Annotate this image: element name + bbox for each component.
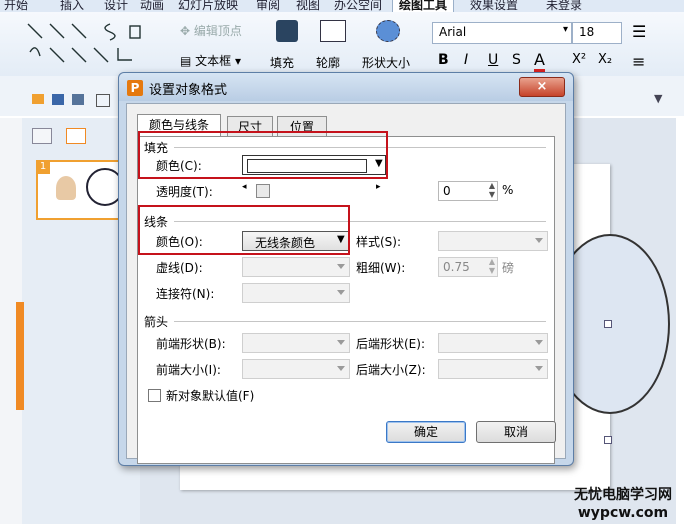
chevron-down-icon: ▾ <box>562 24 568 35</box>
preview-icon[interactable] <box>96 94 110 107</box>
app-icon: P <box>127 80 143 96</box>
outline-button[interactable]: 轮廓 <box>316 54 340 71</box>
watermark-line1: 无忧电脑学习网 <box>574 487 672 503</box>
outline-view-tab-icon[interactable] <box>32 128 52 144</box>
transparency-slider[interactable]: ◂ ▸ <box>242 182 384 198</box>
tab-panel: 填充 颜色(C): ▼ 透明度(T): ◂ ▸ 0 ▲ ▼ % 线条 颜色(O)… <box>137 131 556 464</box>
strike-button[interactable]: S <box>512 52 521 68</box>
watermark: 无忧电脑学习网 wypcw.com <box>574 486 672 522</box>
edit-points-button[interactable]: ✥ 编辑顶点 <box>180 22 242 39</box>
end-style-label: 后端形状(E): <box>356 337 425 351</box>
format-object-dialog: P 设置对象格式 × 颜色与线条 尺寸 位置 填充 颜色(C): ▼ 透明度(T… <box>118 72 574 466</box>
slide-number: 1 <box>36 160 50 174</box>
italic-button[interactable]: I <box>464 52 468 68</box>
dialog-title: 设置对象格式 <box>149 83 228 98</box>
avatar-image <box>56 176 76 200</box>
slides-view-tab-icon[interactable] <box>66 128 86 144</box>
outline-pen-icon[interactable] <box>320 20 346 42</box>
dialog-body: 颜色与线条 尺寸 位置 填充 颜色(C): ▼ 透明度(T): ◂ ▸ 0 ▲ … <box>126 103 566 464</box>
align-icon[interactable]: ≡ <box>632 52 645 71</box>
save-icon[interactable] <box>52 94 64 105</box>
superscript-button[interactable]: X² <box>572 52 586 67</box>
font-size-value: 18 <box>579 25 595 39</box>
fill-button[interactable]: 填充 <box>270 54 294 71</box>
default-checkbox[interactable] <box>148 389 161 402</box>
line-shapes-gallery[interactable] <box>24 18 144 68</box>
open-icon[interactable] <box>32 94 44 104</box>
edit-points-label: 编辑顶点 <box>193 24 242 38</box>
connector-label: 连接符(N): <box>156 287 215 301</box>
slider-right-arrow[interactable]: ▸ <box>376 182 381 192</box>
transparency-value: 0 <box>443 184 451 198</box>
begin-style-select[interactable] <box>242 333 350 353</box>
transparency-input[interactable]: 0 ▲ ▼ <box>438 181 498 201</box>
end-size-select[interactable] <box>438 359 548 379</box>
close-button[interactable]: × <box>519 77 565 97</box>
watermark-line2: wypcw.com <box>577 505 669 521</box>
begin-style-label: 前端形状(B): <box>156 337 226 351</box>
font-size-select[interactable]: 18 <box>572 22 622 44</box>
shape-size-icon[interactable] <box>376 20 400 42</box>
print-icon[interactable] <box>72 94 84 105</box>
list-icon[interactable]: ☰ <box>632 22 646 41</box>
weight-label: 粗细(W): <box>356 261 406 275</box>
dash-select[interactable] <box>242 257 350 277</box>
font-name-select[interactable]: Arial ▾ <box>432 22 572 44</box>
slider-thumb[interactable] <box>256 184 270 198</box>
ok-button[interactable]: 确定 <box>386 421 466 443</box>
transparency-label: 透明度(T): <box>156 185 213 199</box>
resize-handle[interactable] <box>604 436 612 444</box>
end-style-select[interactable] <box>438 333 548 353</box>
resize-handle[interactable] <box>604 320 612 328</box>
font-name-value: Arial <box>439 25 467 39</box>
fill-bucket-icon[interactable] <box>276 20 298 42</box>
line-style-select[interactable] <box>438 231 548 251</box>
begin-size-select[interactable] <box>242 359 350 379</box>
line-highlight-box <box>138 205 350 255</box>
weight-input[interactable]: 0.75 ▲ ▼ <box>438 257 498 277</box>
underline-button[interactable]: U <box>488 52 498 68</box>
weight-value: 0.75 <box>443 260 470 274</box>
tab-container: 颜色与线条 尺寸 位置 填充 颜色(C): ▼ 透明度(T): ◂ ▸ 0 ▲ … <box>137 114 556 464</box>
line-style-label: 样式(S): <box>356 235 402 249</box>
dash-label: 虚线(D): <box>156 261 203 275</box>
spinner-icon[interactable]: ▲ ▼ <box>489 181 495 199</box>
begin-size-label: 前端大小(I): <box>156 363 221 377</box>
ribbon-collapse-icon[interactable]: ▼ <box>654 92 662 105</box>
cancel-button[interactable]: 取消 <box>476 421 556 443</box>
spinner-icon[interactable]: ▲ ▼ <box>489 257 495 275</box>
font-color-button[interactable]: A <box>534 50 545 72</box>
end-size-label: 后端大小(Z): <box>356 363 426 377</box>
arrows-section-title: 箭头 <box>144 315 169 329</box>
percent-sign: % <box>502 183 514 197</box>
slider-left-arrow[interactable]: ◂ <box>242 182 247 192</box>
subscript-button[interactable]: X₂ <box>598 52 612 67</box>
textbox-label: 文本框 <box>195 54 232 68</box>
pane-resize-handle[interactable] <box>16 302 24 410</box>
shape-size-button[interactable]: 形状大小 <box>362 54 410 71</box>
fill-highlight-box <box>138 131 388 179</box>
default-checkbox-label: 新对象默认值(F) <box>166 389 255 403</box>
weight-unit: 磅 <box>502 261 515 275</box>
divider <box>174 321 546 322</box>
connector-select[interactable] <box>242 283 350 303</box>
ribbon: ✥ 编辑顶点 ▤ 文本框 ▾ 填充 轮廓 形状大小 Arial ▾ 18 B I… <box>0 12 684 77</box>
bold-button[interactable]: B <box>438 52 449 68</box>
textbox-button[interactable]: ▤ 文本框 ▾ <box>180 52 241 69</box>
